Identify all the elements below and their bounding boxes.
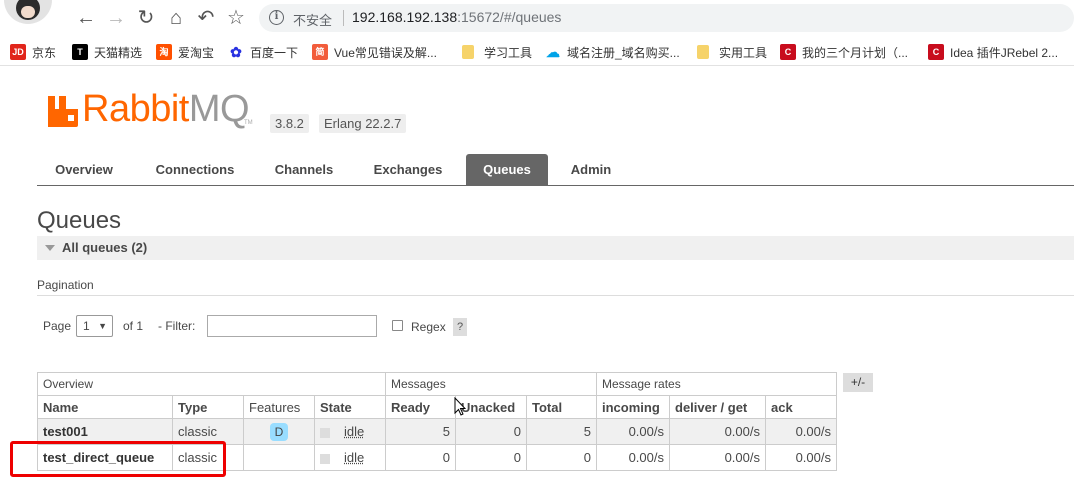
column-name[interactable]: Name — [37, 395, 173, 419]
tmall-icon: T — [72, 44, 88, 60]
queue-state: idle — [314, 444, 386, 471]
insecure-label: 不安全 — [293, 13, 333, 28]
back-arrow-icon[interactable]: ← — [74, 6, 98, 30]
column-deliver-get[interactable]: deliver / get — [669, 395, 766, 419]
tab-admin[interactable]: Admin — [558, 154, 624, 186]
bookmark-item[interactable]: 简 Vue常见错误及解... — [312, 43, 437, 61]
jd-icon: JD — [10, 44, 26, 60]
deliver-get-rate: 0.00/s — [669, 418, 766, 445]
address-bar[interactable]: i 不安全 192.168.192.138:15672/#/queues — [259, 4, 1074, 32]
ready-count: 0 — [385, 444, 456, 471]
queue-features: D — [243, 418, 315, 445]
cloud-icon: ☁ — [545, 44, 561, 60]
reload-icon[interactable]: ↻ — [134, 6, 158, 30]
unacked-count: 0 — [455, 444, 527, 471]
folder-icon — [462, 45, 474, 59]
bookmark-item[interactable]: C Idea 插件JRebel 2... — [928, 43, 1058, 61]
logo-wordmark: RabbitMQ — [82, 88, 250, 130]
column-total[interactable]: Total — [526, 395, 597, 419]
csdn-icon: C — [928, 44, 944, 60]
filter-label: - Filter: — [158, 319, 196, 333]
tab-exchanges[interactable]: Exchanges — [359, 154, 457, 186]
column-ack[interactable]: ack — [765, 395, 837, 419]
bookmark-item[interactable]: JD 京东 — [10, 43, 56, 61]
folder-icon — [697, 45, 709, 59]
queue-state: idle — [314, 418, 386, 445]
mouse-cursor-icon — [454, 397, 466, 416]
address-separator — [343, 10, 344, 26]
star-icon[interactable]: ☆ — [224, 6, 248, 30]
highlight-annotation-box — [10, 441, 226, 477]
queue-features — [243, 444, 315, 471]
column-toggle-button[interactable]: +/- — [843, 373, 873, 392]
ack-rate: 0.00/s — [765, 418, 837, 445]
bookmark-item[interactable]: T 天猫精选 — [72, 43, 142, 61]
group-header-overview: Overview — [37, 372, 386, 396]
csdn-icon: C — [780, 44, 796, 60]
state-indicator-icon — [320, 453, 330, 464]
baidu-paw-icon: ✿ — [228, 44, 244, 60]
dropdown-arrow-icon: ▼ — [98, 321, 107, 331]
of-pages-label: of 1 — [123, 319, 144, 333]
regex-help-button[interactable]: ? — [453, 318, 467, 336]
tab-queues[interactable]: Queues — [466, 154, 548, 186]
deliver-get-rate: 0.00/s — [669, 444, 766, 471]
total-count: 0 — [526, 444, 597, 471]
home-icon[interactable]: ⌂ — [164, 6, 188, 30]
regex-checkbox[interactable] — [392, 320, 403, 331]
erlang-version-badge: Erlang 22.2.7 — [319, 114, 407, 133]
forward-arrow-icon[interactable]: → — [104, 6, 128, 30]
bookmark-item[interactable]: ☁ 域名注册_域名购买... — [545, 43, 680, 61]
undo-icon[interactable]: ↶ — [194, 6, 218, 30]
page-title: Queues — [37, 207, 122, 234]
ack-rate: 0.00/s — [765, 444, 837, 471]
main-tabs: Overview Connections Channels Exchanges … — [37, 154, 1074, 186]
bookmarks-bar: JD 京东 T 天猫精选 淘爱淘宝 ✿ 百度一下 简 Vue常见错误及解... 学习工具… — [0, 36, 1074, 66]
column-type[interactable]: Type — [172, 395, 244, 419]
column-ready[interactable]: Ready — [385, 395, 456, 419]
incoming-rate: 0.00/s — [596, 444, 670, 471]
tab-overview[interactable]: Overview — [37, 154, 131, 186]
incoming-rate: 0.00/s — [596, 418, 670, 445]
taobao-icon: 淘 — [156, 44, 172, 60]
url-text[interactable]: 192.168.192.138:15672/#/queues — [352, 9, 561, 25]
column-incoming[interactable]: incoming — [596, 395, 670, 419]
page-label: Page — [43, 319, 72, 333]
bookmark-item[interactable]: ✿ 百度一下 — [228, 43, 298, 61]
browser-toolbar: ← → ↻ ⌂ ↶ ☆ i 不安全 192.168.192.138:15672/… — [0, 0, 1074, 36]
regex-label: Regex — [411, 320, 446, 334]
bookmark-item[interactable]: 学习工具 — [462, 43, 532, 61]
bookmark-item[interactable]: C 我的三个月计划（... — [780, 43, 908, 61]
info-icon[interactable]: i — [269, 10, 284, 25]
logo-trademark: TM — [244, 120, 253, 126]
tab-connections[interactable]: Connections — [141, 154, 249, 186]
pagination-heading: Pagination — [37, 278, 94, 292]
bookmark-item[interactable]: 淘爱淘宝 — [156, 43, 214, 61]
version-badge: 3.8.2 — [270, 114, 309, 133]
section-title: All queues (2) — [62, 240, 148, 255]
group-header-message-rates: Message rates — [596, 372, 837, 396]
state-indicator-icon — [320, 427, 330, 438]
pagination-divider — [37, 295, 1074, 296]
collapse-triangle-icon — [45, 245, 55, 251]
column-state[interactable]: State — [314, 395, 386, 419]
group-header-messages: Messages — [385, 372, 597, 396]
tab-channels[interactable]: Channels — [259, 154, 349, 186]
filter-input[interactable] — [207, 315, 377, 337]
profile-avatar[interactable] — [4, 0, 52, 24]
column-unacked[interactable]: Unacked — [455, 395, 527, 419]
column-features[interactable]: Features — [243, 395, 315, 419]
unacked-count: 0 — [455, 418, 527, 445]
ready-count: 5 — [385, 418, 456, 445]
page-select[interactable]: 1 ▼ — [76, 315, 113, 337]
all-queues-section-toggle[interactable]: All queues (2) — [37, 236, 1074, 260]
bookmark-item[interactable]: 实用工具 — [697, 43, 767, 61]
durable-feature-badge: D — [270, 422, 288, 441]
bookmark-page-icon: 简 — [312, 44, 328, 60]
rabbitmq-logo-icon — [48, 96, 78, 127]
total-count: 5 — [526, 418, 597, 445]
